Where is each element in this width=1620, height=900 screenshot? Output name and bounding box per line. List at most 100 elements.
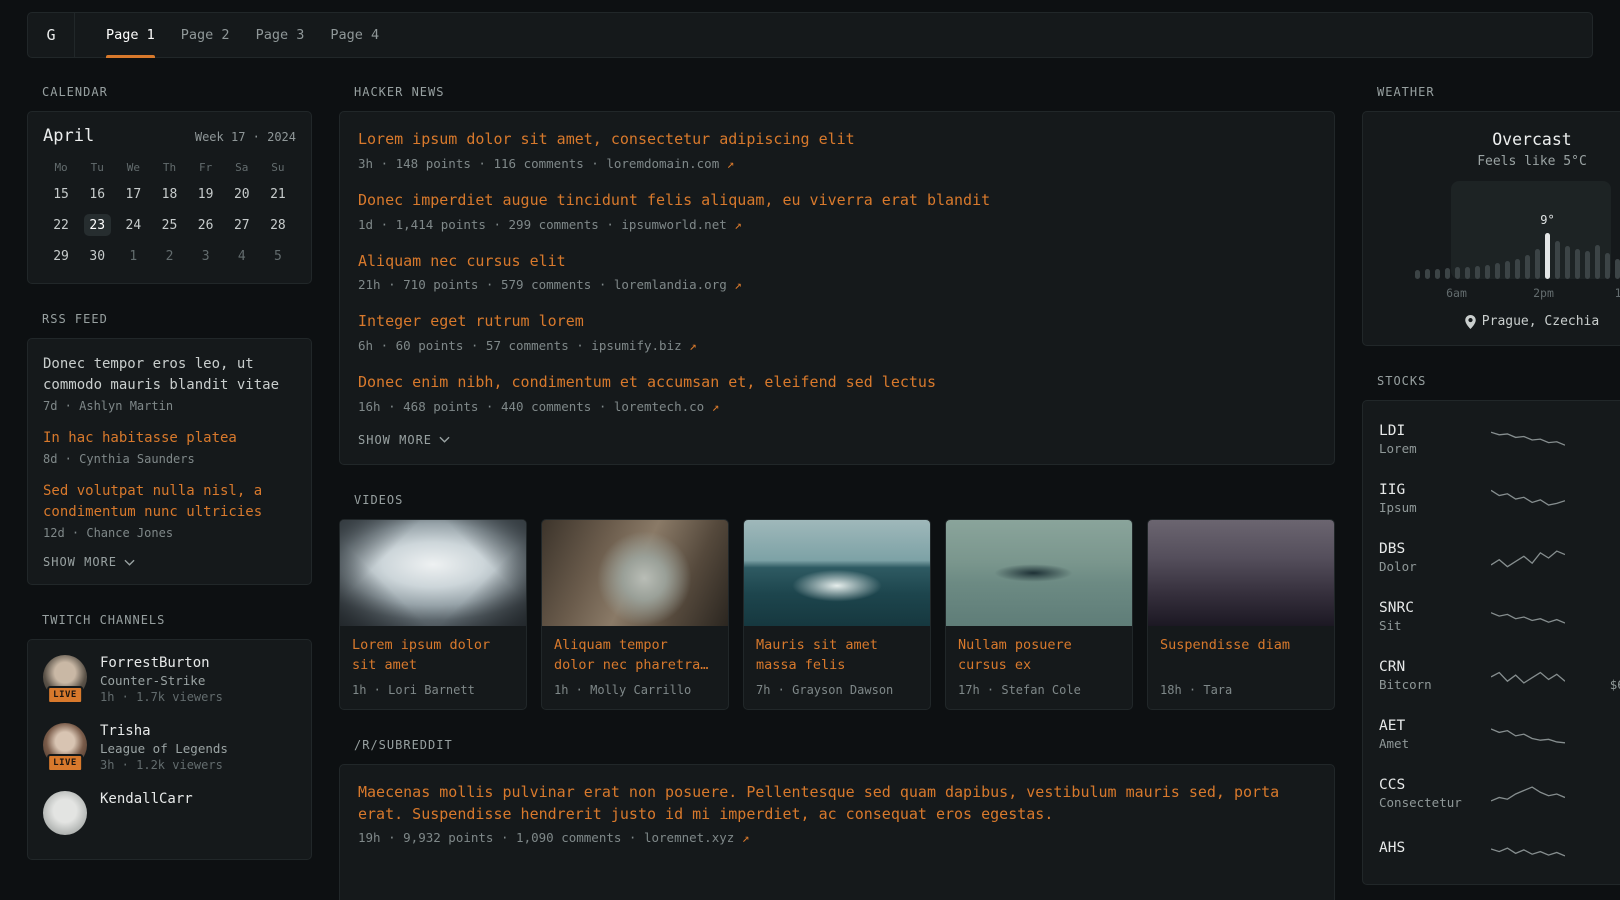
video-title-link[interactable]: Nullam posuere cursus ex [958,635,1120,676]
hackernews-widget: Lorem ipsum dolor sit amet, consectetur … [339,111,1335,465]
stock-change: +4.35% [1581,423,1620,439]
video-card-body: Nullam posuere cursus ex 17h · Stefan Co… [946,626,1132,709]
video-card[interactable]: Lorem ipsum dolor sit amet consectetu… 1… [339,519,527,710]
video-card-body: Mauris sit amet massa felis 7h · Grayson… [744,626,930,709]
stock-change: +1.36% [1581,600,1620,616]
calendar-header: April Week 17 · 2024 [43,126,296,146]
external-link-icon: ↗ [734,277,742,292]
hackernews-item-link[interactable]: Donec enim nibh, condimentum et accumsan… [358,372,1316,394]
weather-hour-bar [1595,245,1600,279]
stock-values: +4.35% $795.18 [1581,423,1620,456]
stock-sparkline [1475,486,1581,512]
stock-row[interactable]: IIG Ipsum +2.84% $42.04 [1379,469,1620,528]
hackernews-item-link[interactable]: Lorem ipsum dolor sit amet, consectetur … [358,129,1316,151]
video-card[interactable]: Aliquam tempor dolor nec pharetra… 1h · … [541,519,729,710]
hackernews-item-meta: 1d · 1,414 points · 299 comments · ipsum… [358,217,1316,232]
app-logo[interactable]: G [28,13,75,57]
weather-hour-bar [1585,251,1590,279]
weather-hour-bar [1495,263,1500,279]
twitch-channel-row[interactable]: KendallCarr [43,791,296,835]
weather-time-axis: 6am2pm10pm [1415,286,1620,301]
weather-hour-bar [1465,267,1470,279]
hackernews-item-link[interactable]: Aliquam nec cursus elit [358,251,1316,273]
stock-values: -1.00% $66,171.48 [1581,659,1620,692]
stock-ticker: IIG [1379,482,1475,498]
calendar-day: 27 [228,214,255,236]
calendar-day: 22 [48,214,75,236]
stock-identity: CRN Bitcorn [1379,659,1475,692]
stock-row[interactable]: AHS +0.46% [1379,823,1620,875]
videos-section-title: VIDEOS [354,493,1335,507]
hackernews-item-link[interactable]: Donec imperdiet augue tincidunt felis al… [358,190,1316,212]
channel-info: Trisha League of Legends 3h · 1.2k viewe… [100,723,228,772]
channel-category: League of Legends [100,741,228,756]
stock-row[interactable]: CCS Consectetur +0.51% $165.84 [1379,764,1620,823]
sparkline-chart [1491,545,1565,571]
day-of-week-label: Fr [199,161,212,174]
calendar-day: 17 [120,183,147,205]
page-tab[interactable]: Page 4 [317,13,392,57]
stock-values: +0.46% [1581,840,1620,858]
stock-sparkline [1475,604,1581,630]
page-tab[interactable]: Page 1 [93,13,168,57]
video-card[interactable]: Suspendisse diam 18h · Tara [1147,519,1335,710]
twitch-channel-row[interactable]: LIVE Trisha League of Legends 3h · 1.2k … [43,723,296,772]
weather-hour-bar [1605,253,1610,279]
stock-row[interactable]: LDI Lorem +4.35% $795.18 [1379,410,1620,469]
calendar-day: 25 [156,214,183,236]
rss-show-more-button[interactable]: SHOW MORE [43,555,296,569]
hackernews-item-meta: 16h · 468 points · 440 comments · loremt… [358,399,1316,414]
rss-item-link[interactable]: In hac habitasse platea [43,428,296,449]
hackernews-item: Donec enim nibh, condimentum et accumsan… [358,372,1316,414]
weather-hour-bar [1425,269,1430,279]
hackernews-show-more-button[interactable]: SHOW MORE [358,433,1316,447]
stock-price: $148.64 [1581,618,1620,633]
rss-item-meta: 8d · Cynthia Saunders [43,452,296,466]
video-title-link[interactable]: Suspendisse diam [1160,635,1322,676]
channel-info: ForrestBurton Counter-Strike 1h · 1.7k v… [100,655,223,704]
subreddit-item-link[interactable]: Maecenas mollis pulvinar erat non posuer… [358,782,1316,826]
stock-identity: AET Amet [1379,718,1475,751]
video-card[interactable]: Mauris sit amet massa felis 7h · Grayson… [743,519,931,710]
calendar-day: 29 [48,245,75,267]
video-title-link[interactable]: Aliquam tempor dolor nec pharetra… [554,635,716,676]
stock-change: +0.51% [1581,777,1620,793]
rss-item-link[interactable]: Donec tempor eros leo, ut commodo mauris… [43,354,296,396]
calendar-day: 15 [48,183,75,205]
stock-row[interactable]: CRN Bitcorn -1.00% $66,171.48 [1379,646,1620,705]
stock-row[interactable]: AET Amet +0.92% $499.72 [1379,705,1620,764]
stock-name: Amet [1379,736,1475,751]
weather-location: Prague, Czechia [1379,314,1620,329]
channel-name: Trisha [100,723,228,739]
day-of-week-label: Th [163,161,176,174]
video-card[interactable]: Nullam posuere cursus ex 17h · Stefan Co… [945,519,1133,710]
calendar-section: CALENDAR April Week 17 · 2024 MoTuWeThFr… [27,85,312,284]
page-tab[interactable]: Page 3 [243,13,318,57]
stocks-widget: LDI Lorem +4.35% $795.18 IIG [1362,400,1620,885]
video-meta: 1h · Lori Barnett [352,683,514,697]
twitch-channel-row[interactable]: LIVE ForrestBurton Counter-Strike 1h · 1… [43,655,296,704]
stock-row[interactable]: SNRC Sit +1.36% $148.64 [1379,587,1620,646]
video-meta: 18h · Tara [1160,683,1322,697]
stock-row[interactable]: DBS Dolor +1.42% $156.28 [1379,528,1620,587]
stock-ticker: CRN [1379,659,1475,675]
rss-item-link[interactable]: Sed volutpat nulla nisl, a condimentum n… [43,481,296,523]
hackernews-list: Lorem ipsum dolor sit amet, consectetur … [358,129,1316,414]
rss-item: In hac habitasse platea 8d · Cynthia Sau… [43,428,296,466]
video-title-link[interactable]: Lorem ipsum dolor sit amet consectetu… [352,635,514,676]
weather-hour-bar [1575,249,1580,279]
weather-feels-like: Feels like 5°C [1379,154,1620,169]
calendar-week-year: Week 17 · 2024 [195,130,296,144]
sparkline-chart [1491,836,1565,862]
stocks-section-title: STOCKS [1377,374,1620,388]
page-tab[interactable]: Page 2 [168,13,243,57]
hackernews-item-link[interactable]: Integer eget rutrum lorem [358,311,1316,333]
calendar-day: 23 [84,214,111,236]
location-label: Prague, Czechia [1482,314,1599,329]
video-title-link[interactable]: Mauris sit amet massa felis [756,635,918,676]
calendar-day: 21 [264,183,291,205]
stock-price: $165.84 [1581,795,1620,810]
rss-widget: Donec tempor eros leo, ut commodo mauris… [27,338,312,585]
meta-text: 21h · 710 points · 579 comments · loreml… [358,277,727,292]
stock-identity: CCS Consectetur [1379,777,1475,810]
